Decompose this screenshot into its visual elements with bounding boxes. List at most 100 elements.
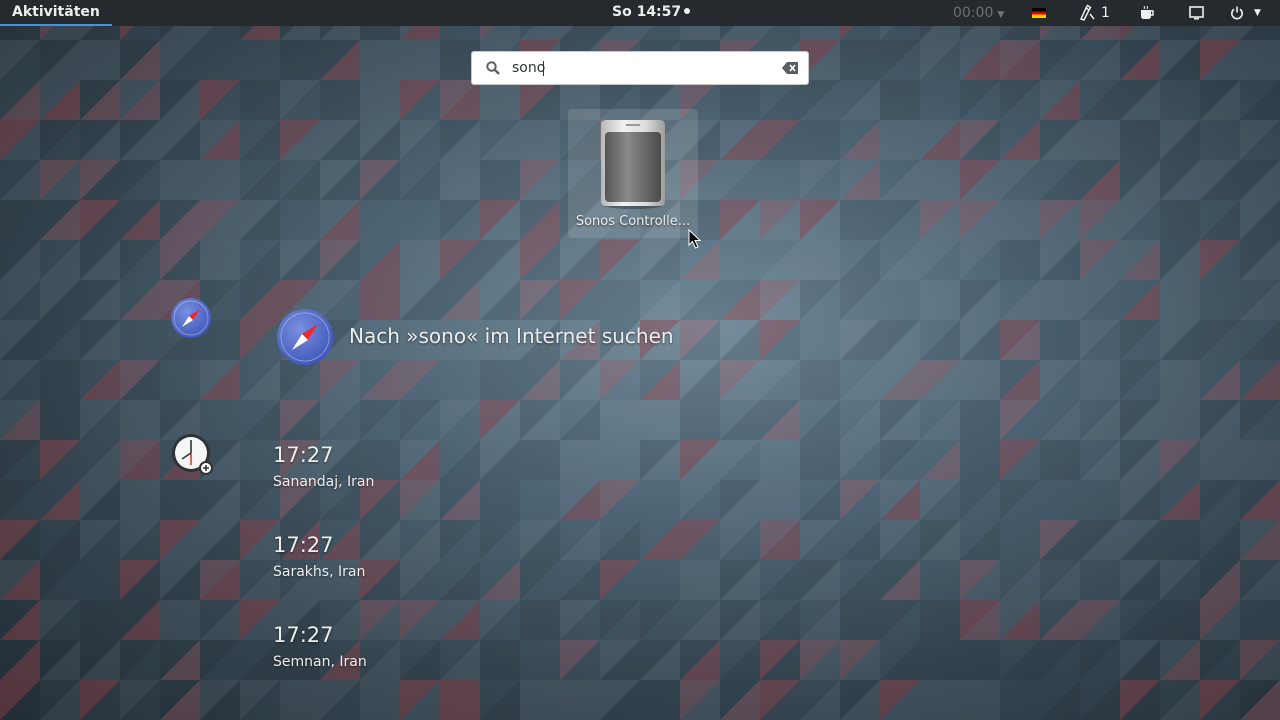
background-triangle: [840, 520, 880, 560]
background-triangle: [1240, 120, 1280, 160]
background-triangle: [40, 320, 80, 360]
web-search-provider-compass-icon[interactable]: [170, 297, 212, 339]
search-input[interactable]: [512, 52, 767, 84]
background-triangle: [480, 680, 520, 720]
background-triangle: [0, 80, 40, 120]
background-triangle: [1000, 120, 1040, 160]
background-triangle: [880, 200, 920, 240]
background-triangle: [280, 80, 320, 120]
background-triangle: [1080, 40, 1120, 80]
activities-button[interactable]: Aktivitäten: [0, 0, 112, 26]
background-triangle: [120, 240, 160, 280]
background-triangle: [280, 160, 320, 200]
background-triangle: [1200, 640, 1240, 680]
background-triangle: [1040, 560, 1080, 600]
background-triangle: [920, 240, 960, 280]
clock-label: So 14:57: [612, 4, 682, 20]
system-menu-button[interactable]: [1229, 5, 1245, 25]
background-triangle: [840, 120, 880, 160]
background-triangle: [240, 240, 280, 280]
background-triangle: [560, 600, 600, 640]
background-triangle: [600, 560, 640, 600]
background-triangle: [840, 560, 880, 600]
timer-indicator[interactable]: 00:00 ▼: [953, 0, 1004, 29]
background-triangle: [120, 680, 160, 720]
background-triangle: [480, 120, 520, 160]
background-triangle: [1080, 80, 1120, 120]
background-triangle: [840, 280, 880, 320]
search-box[interactable]: [471, 51, 809, 85]
background-triangle: [1000, 560, 1040, 600]
clock-result[interactable]: 17:27 Sarakhs, Iran: [273, 533, 473, 588]
background-triangle: [1240, 560, 1280, 600]
background-triangle: [1040, 160, 1080, 200]
background-triangle: [1240, 80, 1280, 120]
background-triangle: [880, 40, 920, 80]
clear-search-icon[interactable]: [782, 62, 798, 74]
caffeine-icon[interactable]: [1139, 5, 1155, 25]
background-triangle: [120, 280, 160, 320]
background-triangle: [1000, 280, 1040, 320]
background-triangle: [720, 520, 760, 560]
background-triangle: [40, 120, 80, 160]
background-triangle: [960, 480, 1000, 520]
keyboard-layout-flag-icon[interactable]: [1032, 8, 1046, 18]
background-triangle: [1240, 360, 1280, 400]
background-triangle: [1040, 680, 1080, 720]
background-triangle: [0, 40, 40, 80]
background-triangle: [320, 400, 360, 440]
background-triangle: [720, 440, 760, 480]
background-triangle: [1080, 320, 1120, 360]
background-triangle: [320, 680, 360, 720]
background-triangle: [520, 560, 560, 600]
background-triangle: [1160, 480, 1200, 520]
background-triangle: [920, 440, 960, 480]
background-triangle: [1240, 280, 1280, 320]
clocks-provider-icon[interactable]: [171, 433, 217, 477]
background-triangle: [1040, 640, 1080, 680]
power-icon: [1231, 6, 1243, 20]
background-triangle: [800, 160, 840, 200]
background-triangle: [720, 160, 760, 200]
background-triangle: [1160, 680, 1200, 720]
web-search-result[interactable]: Nach »sono« im Internet suchen: [276, 308, 696, 366]
background-triangle: [880, 640, 920, 680]
background-triangle: [0, 280, 40, 320]
app-result-sonos[interactable]: Sonos Controlle...: [568, 109, 698, 238]
mouse-pointer-icon: [688, 229, 702, 249]
background-triangle: [160, 40, 200, 80]
background-triangle: [800, 520, 840, 560]
background-triangle: [880, 240, 920, 280]
background-triangle: [720, 400, 760, 440]
background-triangle: [1000, 80, 1040, 120]
background-triangle: [40, 240, 80, 280]
clock-result[interactable]: 17:27 Sanandaj, Iran: [273, 443, 473, 498]
background-triangle: [800, 400, 840, 440]
background-triangle: [280, 360, 320, 400]
background-triangle: [920, 400, 960, 440]
clock-result-time: 17:27: [273, 533, 334, 557]
background-triangle: [1120, 320, 1160, 360]
background-triangle: [80, 400, 120, 440]
background-triangle: [120, 520, 160, 560]
background-triangle: [800, 600, 840, 640]
accessibility-indicator[interactable]: [1078, 4, 1096, 26]
background-triangle: [600, 240, 640, 280]
background-triangle: [1080, 640, 1120, 680]
clock-result[interactable]: 17:27 Semnan, Iran: [273, 623, 473, 678]
background-triangle: [40, 680, 80, 720]
background-triangle: [400, 400, 440, 440]
background-triangle: [1000, 440, 1040, 480]
clock-button[interactable]: So 14:57: [612, 0, 691, 26]
background-triangle: [840, 240, 880, 280]
background-triangle: [1000, 160, 1040, 200]
background-triangle: [1120, 360, 1160, 400]
background-triangle: [960, 520, 1000, 560]
background-triangle: [400, 120, 440, 160]
background-triangle: [480, 600, 520, 640]
top-bar: Aktivitäten So 14:57 00:00 ▼ 1 ▼: [0, 0, 1280, 26]
background-triangle: [0, 360, 40, 400]
screen-indicator-icon[interactable]: [1189, 6, 1204, 24]
background-triangle: [40, 440, 80, 480]
background-triangle: [960, 240, 1000, 280]
